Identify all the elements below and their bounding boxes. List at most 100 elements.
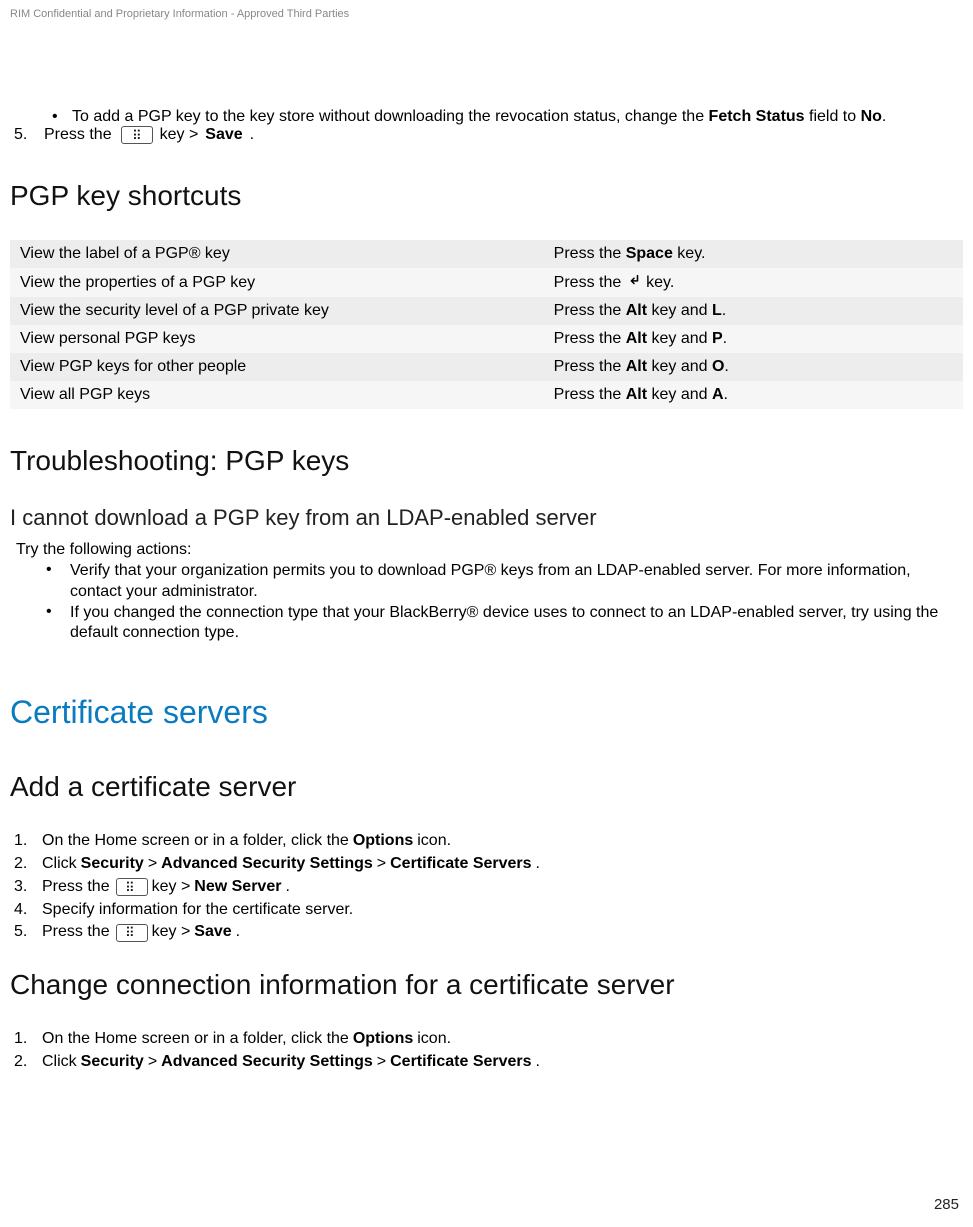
step-bold: Security xyxy=(81,854,144,875)
bullet-text-pre: To add a PGP key to the key store withou… xyxy=(72,108,709,125)
troubleshoot-list: • Verify that your organization permits … xyxy=(10,561,963,644)
cell-text: Press the xyxy=(554,358,626,375)
heading-add-cert-server: Add a certificate server xyxy=(10,771,963,803)
step-text: icon. xyxy=(417,831,451,852)
enter-key-icon xyxy=(626,273,642,287)
step-number: 2. xyxy=(10,854,42,875)
step-text: > xyxy=(148,1052,157,1073)
step-item: 2. Click Security > Advanced Security Se… xyxy=(10,854,963,875)
bullet-dot: • xyxy=(46,561,70,603)
bullet-text-post: field to xyxy=(805,108,861,125)
bullet-text-bold: Fetch Status xyxy=(709,108,805,125)
shortcut-action: View the label of a PGP® key xyxy=(10,240,544,268)
menu-key-icon: ⠿ xyxy=(116,878,148,896)
menu-key-icon: ⠿ xyxy=(116,924,148,942)
cell-text: . xyxy=(722,302,726,319)
step-number: 1. xyxy=(10,831,42,852)
shortcut-key: Press the key. xyxy=(544,268,963,297)
step-text: icon. xyxy=(417,1029,451,1050)
step-number: 2. xyxy=(10,1052,42,1073)
heading-pgp-shortcuts: PGP key shortcuts xyxy=(10,180,963,212)
step-text: key > xyxy=(152,922,191,943)
cell-bold: P xyxy=(712,330,723,347)
bullet-fetch-status: • To add a PGP key to the key store with… xyxy=(52,108,963,126)
shortcut-action: View the security level of a PGP private… xyxy=(10,297,544,325)
step-text: key > xyxy=(152,877,191,898)
step-item: 2. Click Security > Advanced Security Se… xyxy=(10,1052,963,1073)
step-number: 5. xyxy=(10,126,44,144)
table-row: View the security level of a PGP private… xyxy=(10,297,963,325)
cell-bold: L xyxy=(712,302,722,319)
cell-bold: Alt xyxy=(626,358,647,375)
shortcuts-table: View the label of a PGP® key Press the S… xyxy=(10,240,963,409)
step-bold: Advanced Security Settings xyxy=(161,854,373,875)
step-text: Specify information for the certificate … xyxy=(42,900,353,921)
heading-change-connection: Change connection information for a cert… xyxy=(10,969,963,1001)
step-text: . xyxy=(536,854,540,875)
cell-bold: Alt xyxy=(626,330,647,347)
table-row: View the properties of a PGP key Press t… xyxy=(10,268,963,297)
cell-text: key. xyxy=(642,274,675,291)
shortcut-action: View personal PGP keys xyxy=(10,325,544,353)
change-conn-steps: 1. On the Home screen or in a folder, cl… xyxy=(10,1029,963,1073)
list-item: • Verify that your organization permits … xyxy=(46,561,963,603)
cell-text: key and xyxy=(647,302,712,319)
step-number: 5. xyxy=(10,922,42,943)
subheading-ldap: I cannot download a PGP key from an LDAP… xyxy=(10,505,963,531)
page-number: 285 xyxy=(934,1196,959,1213)
step-text: . xyxy=(285,877,289,898)
shortcut-key: Press the Alt key and O. xyxy=(544,353,963,381)
cell-text: key and xyxy=(647,386,712,403)
shortcut-action: View the properties of a PGP key xyxy=(10,268,544,297)
step-number: 4. xyxy=(10,900,42,921)
step-bold: Save xyxy=(194,922,231,943)
cell-bold: A xyxy=(712,386,724,403)
shortcut-action: View all PGP keys xyxy=(10,381,544,409)
bullet-dot: • xyxy=(52,108,72,126)
cell-text: . xyxy=(724,358,728,375)
step-5: 5. Press the ⠿ key > Save. xyxy=(10,126,963,144)
step-text: > xyxy=(148,854,157,875)
step-text: Press the xyxy=(42,922,110,943)
cell-text: Press the xyxy=(554,274,626,291)
list-item-text: If you changed the connection type that … xyxy=(70,603,963,645)
shortcut-key: Press the Alt key and A. xyxy=(544,381,963,409)
add-cert-steps: 1. On the Home screen or in a folder, cl… xyxy=(10,831,963,943)
step-bold: Security xyxy=(81,1052,144,1073)
step-text: On the Home screen or in a folder, click… xyxy=(42,1029,349,1050)
cell-text: Press the xyxy=(554,330,626,347)
shortcut-key: Press the Alt key and L. xyxy=(544,297,963,325)
step5-mid: key > xyxy=(160,126,199,144)
cell-text: Press the xyxy=(554,386,626,403)
cell-text: . xyxy=(723,330,727,347)
step-item: 1. On the Home screen or in a folder, cl… xyxy=(10,1029,963,1050)
table-row: View PGP keys for other people Press the… xyxy=(10,353,963,381)
step-text: Press the xyxy=(42,877,110,898)
step-text: . xyxy=(536,1052,540,1073)
step-bold: Certificate Servers xyxy=(390,854,531,875)
step-text: On the Home screen or in a folder, click… xyxy=(42,831,349,852)
step-text: Click xyxy=(42,1052,77,1073)
step-text: . xyxy=(236,922,240,943)
cell-text: key. xyxy=(673,245,706,262)
cell-text: . xyxy=(724,386,728,403)
list-item-text: Verify that your organization permits yo… xyxy=(70,561,963,603)
cell-text: Press the xyxy=(554,245,626,262)
heading-troubleshooting: Troubleshooting: PGP keys xyxy=(10,445,963,477)
step-text: Click xyxy=(42,854,77,875)
bullet-dot: • xyxy=(46,603,70,645)
step5-save: Save xyxy=(205,126,242,144)
list-item: • If you changed the connection type tha… xyxy=(46,603,963,645)
step-bold: Advanced Security Settings xyxy=(161,1052,373,1073)
table-row: View the label of a PGP® key Press the S… xyxy=(10,240,963,268)
heading-certificate-servers: Certificate servers xyxy=(10,694,963,731)
step-text: > xyxy=(377,854,386,875)
bullet-text-end: . xyxy=(882,108,886,125)
step-bold: Certificate Servers xyxy=(390,1052,531,1073)
step-item: 4. Specify information for the certifica… xyxy=(10,900,963,921)
step-bold: Options xyxy=(353,831,413,852)
step5-pre: Press the xyxy=(44,126,112,144)
cell-bold: O xyxy=(712,358,724,375)
cell-bold: Alt xyxy=(626,302,647,319)
table-row: View all PGP keys Press the Alt key and … xyxy=(10,381,963,409)
